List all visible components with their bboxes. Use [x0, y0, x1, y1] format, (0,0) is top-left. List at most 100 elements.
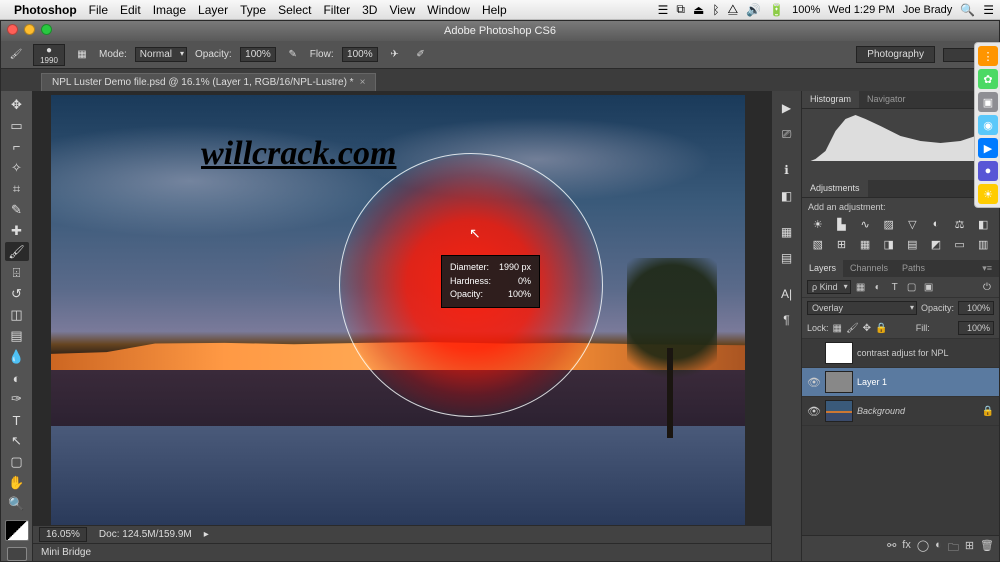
- delete-layer-icon[interactable]: 🗑: [980, 539, 994, 558]
- swatches-panel-icon[interactable]: ▦: [776, 221, 798, 243]
- ext-button-2[interactable]: ✿: [978, 69, 998, 89]
- user-name[interactable]: Joe Brady: [903, 4, 953, 16]
- selective-color-adjustment-icon[interactable]: ▥: [973, 236, 993, 252]
- color-lookup-adjustment-icon[interactable]: ▦: [855, 236, 875, 252]
- menu-layer[interactable]: Layer: [198, 3, 228, 17]
- posterize-adjustment-icon[interactable]: ▤: [903, 236, 923, 252]
- document-tab[interactable]: NPL Luster Demo file.psd @ 16.1% (Layer …: [41, 73, 376, 91]
- filter-pixel-icon[interactable]: ▦: [854, 282, 868, 293]
- history-panel-icon[interactable]: ▶: [776, 97, 798, 119]
- notification-icon[interactable]: ☰: [983, 3, 994, 17]
- airbrush-icon[interactable]: ✈: [386, 46, 404, 64]
- lock-icon[interactable]: 🔒: [982, 406, 994, 417]
- layer-filter-dropdown[interactable]: ρ Kind: [807, 280, 851, 294]
- invert-adjustment-icon[interactable]: ◨: [879, 236, 899, 252]
- lock-all-icon[interactable]: 🔒: [875, 323, 887, 334]
- path-select-tool[interactable]: ↖: [5, 432, 29, 451]
- spotlight-icon[interactable]: 🔍: [960, 3, 975, 17]
- ext-button-4[interactable]: ◉: [978, 115, 998, 135]
- status-menu-icon[interactable]: ▸: [204, 529, 209, 540]
- channel-mixer-adjustment-icon[interactable]: ⊞: [832, 236, 852, 252]
- lock-pixels-icon[interactable]: 🖌: [846, 323, 859, 334]
- ext-button-6[interactable]: ●: [978, 161, 998, 181]
- vibrance-adjustment-icon[interactable]: ▽: [903, 216, 923, 232]
- layer-name[interactable]: contrast adjust for NPL: [857, 348, 994, 358]
- battery-icon[interactable]: 🔋: [769, 3, 784, 17]
- tool-icon[interactable]: 🖌: [7, 46, 25, 64]
- lock-transparency-icon[interactable]: ▦: [833, 323, 842, 334]
- mini-bridge-tab[interactable]: Mini Bridge: [33, 543, 771, 561]
- stamp-tool[interactable]: ⌹: [5, 263, 29, 282]
- filter-adjustment-icon[interactable]: ◐: [871, 282, 885, 293]
- layer-opacity-field[interactable]: 100%: [958, 301, 994, 315]
- wifi-icon[interactable]: ⧋: [728, 2, 739, 17]
- window-zoom-button[interactable]: [41, 24, 52, 35]
- gradient-map-adjustment-icon[interactable]: ▭: [950, 236, 970, 252]
- paragraph-panel-icon[interactable]: ¶: [776, 309, 798, 331]
- canvas-area[interactable]: ↖ willcrack.com Diameter:1990 px Hardnes…: [33, 91, 771, 561]
- layer-row[interactable]: 👁 Background 🔒: [802, 397, 999, 426]
- quick-select-tool[interactable]: ✧: [5, 158, 29, 177]
- brightness-adjustment-icon[interactable]: ☀: [808, 216, 828, 232]
- paths-tab[interactable]: Paths: [895, 260, 932, 277]
- brush-preset-picker[interactable]: ● 1990: [33, 44, 65, 66]
- zoom-field[interactable]: 16.05%: [39, 527, 87, 542]
- menu-window[interactable]: Window: [427, 3, 470, 17]
- layer-fill-field[interactable]: 100%: [958, 321, 994, 335]
- eyedropper-tool[interactable]: ✎: [5, 200, 29, 219]
- eraser-tool[interactable]: ◫: [5, 305, 29, 324]
- lock-position-icon[interactable]: ✥: [863, 323, 871, 334]
- layer-thumbnail[interactable]: [825, 342, 853, 364]
- move-tool[interactable]: ✥: [5, 95, 29, 114]
- blur-tool[interactable]: 💧: [5, 348, 29, 367]
- visibility-toggle-icon[interactable]: 👁: [807, 376, 821, 389]
- type-tool[interactable]: T: [5, 411, 29, 430]
- lasso-tool[interactable]: ⌐: [5, 137, 29, 156]
- actions-panel-icon[interactable]: ⎚: [776, 123, 798, 145]
- tablet-size-icon[interactable]: ✐: [412, 46, 430, 64]
- filter-toggle-icon[interactable]: ⏻: [980, 282, 994, 293]
- gradient-tool[interactable]: ▤: [5, 327, 29, 346]
- dropbox-icon[interactable]: ⧉: [676, 2, 685, 17]
- crop-tool[interactable]: ⌗: [5, 179, 29, 198]
- pen-tool[interactable]: ✑: [5, 390, 29, 409]
- script-icon[interactable]: ☰: [658, 3, 669, 17]
- filter-shape-icon[interactable]: ▢: [905, 282, 919, 293]
- brush-panel-toggle-icon[interactable]: ▦: [73, 46, 91, 64]
- blend-mode-dropdown[interactable]: Normal: [135, 47, 187, 62]
- info-panel-icon[interactable]: ℹ: [776, 159, 798, 181]
- menu-edit[interactable]: Edit: [120, 3, 141, 17]
- curves-adjustment-icon[interactable]: ∿: [855, 216, 875, 232]
- ext-button-7[interactable]: ☀: [978, 184, 998, 204]
- clock[interactable]: Wed 1:29 PM: [828, 4, 894, 16]
- link-layers-icon[interactable]: ⚯: [887, 539, 896, 558]
- hand-tool[interactable]: ✋: [5, 474, 29, 493]
- volume-icon[interactable]: 🔊: [746, 3, 761, 17]
- menu-select[interactable]: Select: [278, 3, 311, 17]
- window-minimize-button[interactable]: [24, 24, 35, 35]
- color-swatch[interactable]: [5, 520, 29, 541]
- menu-image[interactable]: Image: [153, 3, 186, 17]
- bluetooth-icon[interactable]: ᛒ: [712, 3, 719, 17]
- bw-adjustment-icon[interactable]: ◧: [973, 216, 993, 232]
- histogram-tab[interactable]: Histogram: [802, 91, 859, 108]
- window-close-button[interactable]: [7, 24, 18, 35]
- visibility-toggle-icon[interactable]: 👁: [807, 405, 821, 418]
- menu-app[interactable]: Photoshop: [14, 3, 77, 17]
- filter-smart-icon[interactable]: ▣: [922, 282, 936, 293]
- layer-name[interactable]: Layer 1: [857, 377, 994, 387]
- layer-style-icon[interactable]: fx: [902, 539, 911, 558]
- document-canvas[interactable]: ↖ willcrack.com Diameter:1990 px Hardnes…: [51, 95, 745, 525]
- brush-tool[interactable]: 🖌: [5, 242, 29, 261]
- filter-type-icon[interactable]: T: [888, 282, 902, 293]
- histogram-refresh-icon[interactable]: ⚠: [802, 167, 999, 180]
- ext-button-5[interactable]: ▶: [978, 138, 998, 158]
- character-panel-icon[interactable]: A|: [776, 283, 798, 305]
- menu-filter[interactable]: Filter: [323, 3, 350, 17]
- healing-tool[interactable]: ✚: [5, 221, 29, 240]
- threshold-adjustment-icon[interactable]: ◩: [926, 236, 946, 252]
- layer-row[interactable]: 👁 Layer 1: [802, 368, 999, 397]
- menu-3d[interactable]: 3D: [362, 3, 377, 17]
- quick-mask-toggle[interactable]: [7, 547, 27, 561]
- adjustments-tab[interactable]: Adjustments: [802, 180, 868, 197]
